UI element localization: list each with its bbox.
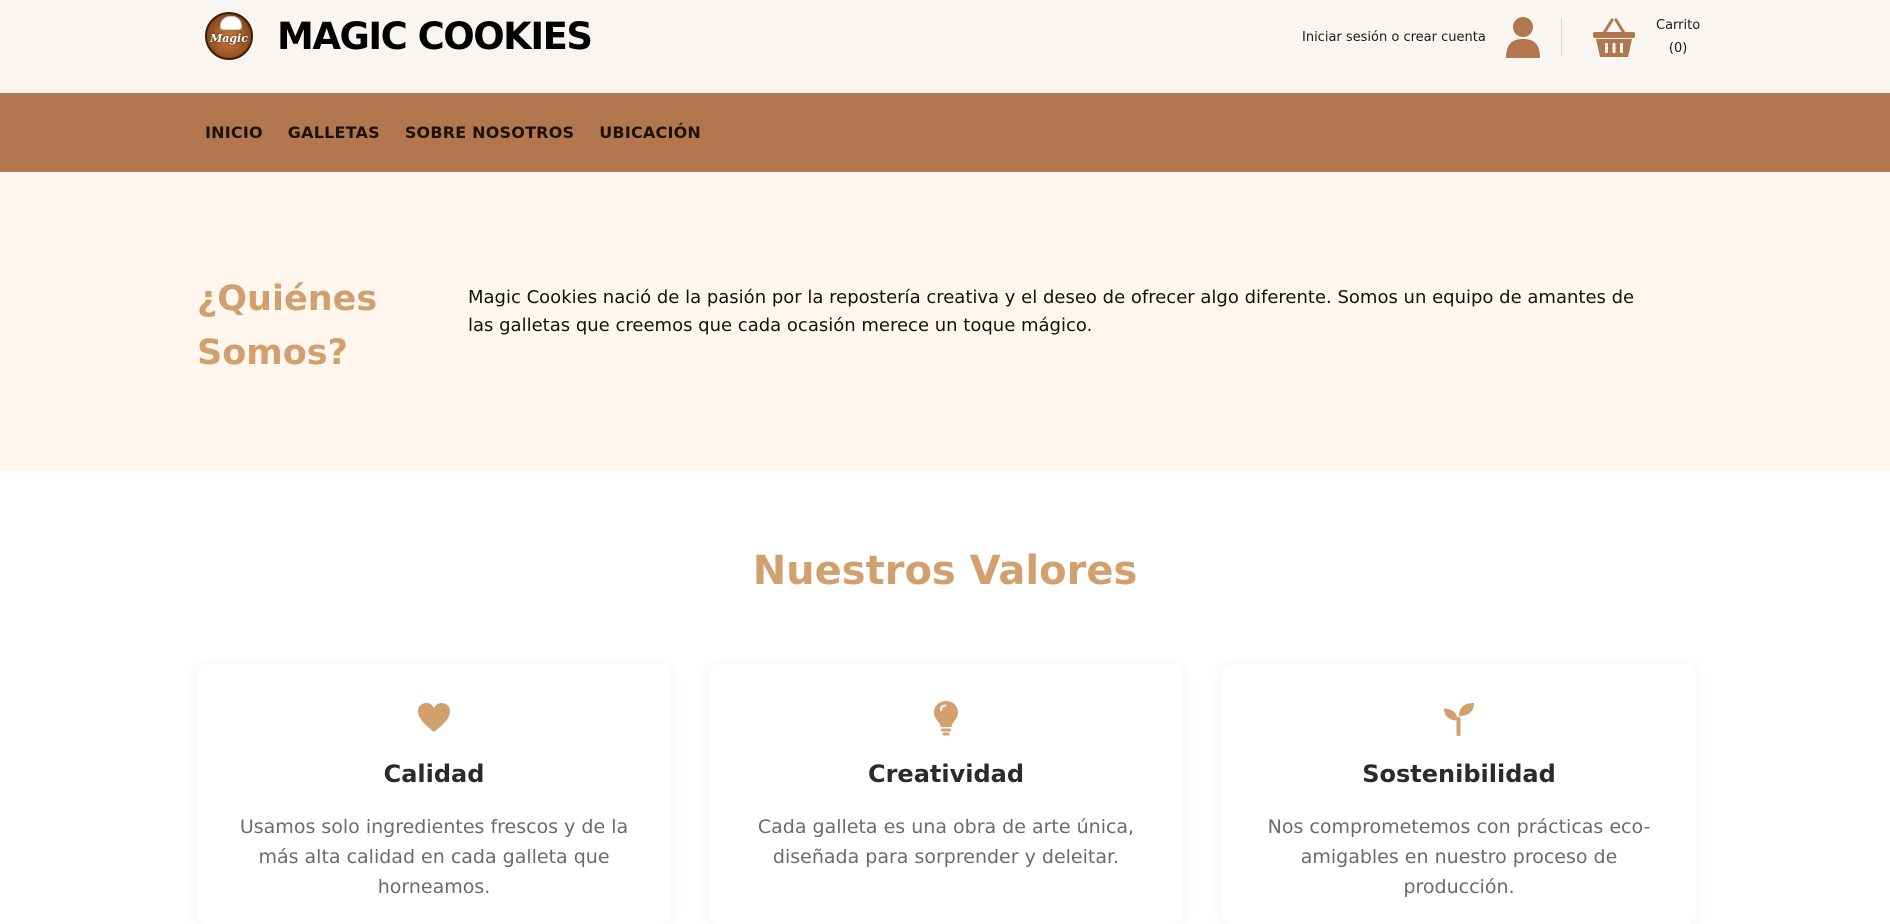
account-label: Iniciar sesión o crear cuenta <box>1302 29 1486 45</box>
brand-name: MAGIC COOKIES <box>277 14 593 58</box>
about-title: ¿Quiénes Somos? <box>197 279 378 373</box>
nav-item-galletas[interactable]: GALLETAS <box>280 117 388 148</box>
card-text: Cada galleta es una obra de arte única, … <box>757 816 1135 868</box>
lightbulb-icon <box>934 701 958 736</box>
heart-icon <box>418 703 450 732</box>
value-card-calidad: Calidad Usamos solo ingredientes frescos… <box>197 664 671 924</box>
top-header: Magic MAGIC COOKIES Iniciar sesión o cre… <box>0 0 1890 93</box>
chef-hat-icon <box>220 16 242 30</box>
card-title: Calidad <box>383 760 485 788</box>
cart-label: Carrito <box>1656 18 1701 33</box>
header-divider <box>1561 18 1562 56</box>
cart-link[interactable]: Carrito (0) <box>1592 14 1700 60</box>
value-card-creatividad: Creatividad Cada galleta es una obra de … <box>709 664 1183 924</box>
card-title: Sostenibilidad <box>1362 760 1556 788</box>
basket-icon <box>1593 18 1635 57</box>
main-nav: INICIO GALLETAS SOBRE NOSOTROS UBICACIÓN <box>0 93 1890 172</box>
card-text: Usamos solo ingredientes frescos y de la… <box>239 816 629 898</box>
cart-text: Carrito (0) <box>1656 14 1700 60</box>
nav-item-sobre-nosotros[interactable]: SOBRE NOSOTROS <box>397 117 582 148</box>
nav-item-inicio[interactable]: INICIO <box>197 117 271 148</box>
card-title: Creatividad <box>867 760 1025 788</box>
user-icon <box>1505 17 1540 58</box>
value-card-sostenibilidad: Sostenibilidad Nos comprometemos con prá… <box>1222 664 1696 924</box>
about-section: ¿Quiénes Somos? Magic Cookies nació de l… <box>0 172 1890 471</box>
brand-logo-link[interactable]: Magic MAGIC COOKIES <box>205 12 593 60</box>
seedling-icon <box>1444 703 1474 736</box>
logo-image: Magic <box>205 12 253 60</box>
about-text: Magic Cookies nació de la pasión por la … <box>468 287 1635 336</box>
card-text: Nos comprometemos con prácticas eco-amig… <box>1267 816 1651 898</box>
cart-count: (0) <box>1668 41 1688 56</box>
values-title: Nuestros Valores <box>752 548 1138 594</box>
logo-script: Magic <box>210 32 248 45</box>
nav-item-ubicacion[interactable]: UBICACIÓN <box>591 117 709 148</box>
account-link[interactable]: Iniciar sesión o crear cuenta <box>1302 16 1542 58</box>
